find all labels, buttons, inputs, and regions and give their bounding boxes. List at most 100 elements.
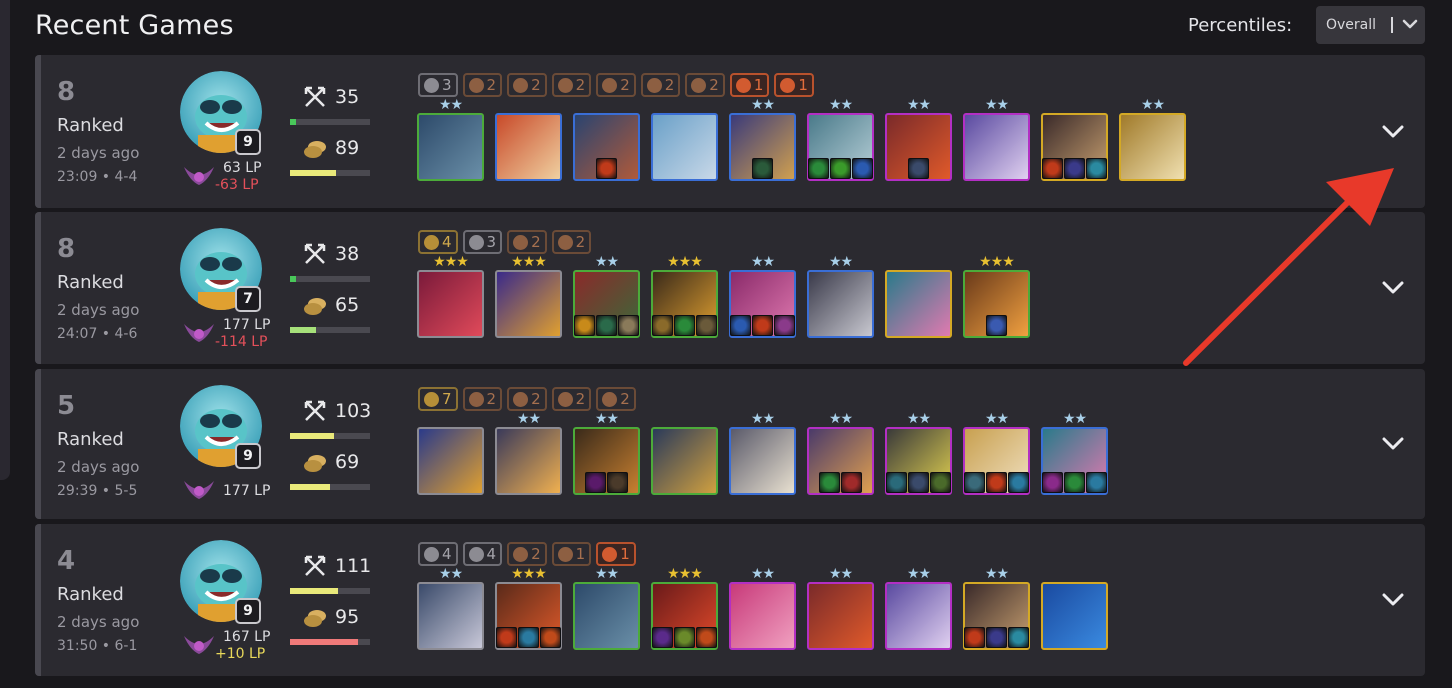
item-icon[interactable] (964, 472, 985, 493)
item-icon[interactable] (808, 158, 829, 179)
item-icon[interactable] (774, 315, 795, 336)
trait-badge[interactable]: 2 (507, 387, 547, 411)
item-icon[interactable] (1042, 158, 1063, 179)
champion-unit[interactable]: ★★ (417, 567, 484, 650)
champion-unit[interactable]: ★★ (963, 98, 1030, 181)
trait-badge[interactable]: 4 (418, 230, 458, 254)
champion-unit[interactable]: ★★ (885, 567, 952, 650)
trait-badge[interactable]: 2 (507, 230, 547, 254)
trait-badge[interactable]: 7 (418, 387, 458, 411)
expand-chevron-icon[interactable] (1379, 586, 1407, 614)
champion-unit[interactable]: ★★★ (495, 255, 562, 338)
item-icon[interactable] (852, 158, 873, 179)
item-icon[interactable] (752, 158, 773, 179)
trait-badge[interactable]: 1 (774, 73, 814, 97)
item-icon[interactable] (607, 472, 628, 493)
item-icon[interactable] (730, 315, 751, 336)
champion-unit[interactable]: ★★ (1041, 412, 1108, 495)
item-icon[interactable] (596, 158, 617, 179)
champion-unit[interactable]: ★★ (807, 567, 874, 650)
champion-unit[interactable]: ★★★ (963, 255, 1030, 338)
trait-badge[interactable]: 2 (685, 73, 725, 97)
game-row[interactable]: 5 Ranked 2 days ago 29:39 • 5-5 9 177 LP 103 69… (35, 369, 1425, 519)
item-icon[interactable] (540, 627, 561, 648)
trait-badge[interactable]: 2 (551, 230, 592, 254)
trait-badge[interactable]: 3 (418, 73, 458, 97)
trait-badge[interactable]: 4 (418, 542, 458, 566)
champion-unit[interactable]: ★★ (885, 412, 952, 495)
trait-badge[interactable]: 2 (596, 387, 636, 411)
expand-chevron-icon[interactable] (1379, 118, 1407, 146)
expand-chevron-icon[interactable] (1379, 430, 1407, 458)
item-icon[interactable] (674, 315, 695, 336)
item-icon[interactable] (819, 472, 840, 493)
item-icon[interactable] (908, 472, 929, 493)
champion-unit[interactable] (1041, 568, 1108, 650)
item-icon[interactable] (986, 627, 1007, 648)
champion-unit[interactable] (651, 99, 718, 181)
champion-unit[interactable]: ★★ (963, 567, 1030, 650)
item-icon[interactable] (652, 315, 673, 336)
item-icon[interactable] (752, 315, 773, 336)
item-icon[interactable] (1064, 472, 1085, 493)
item-icon[interactable] (496, 627, 517, 648)
item-icon[interactable] (986, 472, 1007, 493)
champion-unit[interactable]: ★★ (807, 255, 874, 338)
trait-badge[interactable]: 2 (507, 73, 547, 97)
item-icon[interactable] (830, 158, 851, 179)
item-icon[interactable] (574, 315, 595, 336)
champion-unit[interactable]: ★★ (573, 412, 640, 495)
item-icon[interactable] (1008, 472, 1029, 493)
champion-unit[interactable]: ★★ (495, 412, 562, 495)
item-icon[interactable] (618, 315, 639, 336)
item-icon[interactable] (886, 472, 907, 493)
champion-unit[interactable] (495, 99, 562, 181)
champion-unit[interactable]: ★★ (1119, 98, 1186, 181)
champion-unit[interactable]: ★★★ (651, 567, 718, 650)
champion-unit[interactable] (1041, 99, 1108, 181)
champion-unit[interactable]: ★★ (885, 98, 952, 181)
item-icon[interactable] (518, 627, 539, 648)
item-icon[interactable] (1086, 472, 1107, 493)
champion-unit[interactable]: ★★ (807, 98, 874, 181)
item-icon[interactable] (964, 627, 985, 648)
champion-unit[interactable]: ★★ (729, 567, 796, 650)
champion-unit[interactable]: ★★★ (417, 255, 484, 338)
item-icon[interactable] (1008, 627, 1029, 648)
item-icon[interactable] (1042, 472, 1063, 493)
item-icon[interactable] (986, 315, 1007, 336)
item-icon[interactable] (1064, 158, 1085, 179)
item-icon[interactable] (841, 472, 862, 493)
item-icon[interactable] (585, 472, 606, 493)
champion-unit[interactable]: ★★ (729, 255, 796, 338)
champion-unit[interactable]: ★★ (573, 567, 640, 650)
champion-unit[interactable]: ★★ (729, 98, 796, 181)
champion-unit[interactable]: ★★ (807, 412, 874, 495)
trait-badge[interactable]: 1 (596, 542, 636, 566)
game-row[interactable]: 4 Ranked 2 days ago 31:50 • 6-1 9 167 LP +10 L… (35, 524, 1425, 676)
trait-badge[interactable]: 2 (462, 387, 503, 411)
trait-badge[interactable]: 1 (551, 542, 592, 566)
trait-badge[interactable]: 2 (507, 542, 547, 566)
champion-unit[interactable] (417, 413, 484, 495)
trait-badge[interactable]: 2 (462, 73, 503, 97)
champion-unit[interactable]: ★★★ (495, 567, 562, 650)
item-icon[interactable] (674, 627, 695, 648)
trait-badge[interactable]: 1 (729, 73, 770, 97)
item-icon[interactable] (652, 627, 673, 648)
item-icon[interactable] (596, 315, 617, 336)
trait-badge[interactable]: 4 (462, 542, 503, 566)
champion-unit[interactable] (651, 413, 718, 495)
trait-badge[interactable]: 3 (462, 230, 503, 254)
item-icon[interactable] (696, 627, 717, 648)
item-icon[interactable] (908, 158, 929, 179)
trait-badge[interactable]: 2 (551, 387, 592, 411)
champion-unit[interactable]: ★★★ (651, 255, 718, 338)
item-icon[interactable] (1086, 158, 1107, 179)
champion-unit[interactable] (885, 256, 952, 338)
champion-unit[interactable]: ★★ (573, 255, 640, 338)
champion-unit[interactable]: ★★ (729, 412, 796, 495)
percentiles-select[interactable]: Overall (1316, 6, 1425, 44)
trait-badge[interactable]: 2 (596, 73, 636, 97)
trait-badge[interactable]: 2 (551, 73, 592, 97)
